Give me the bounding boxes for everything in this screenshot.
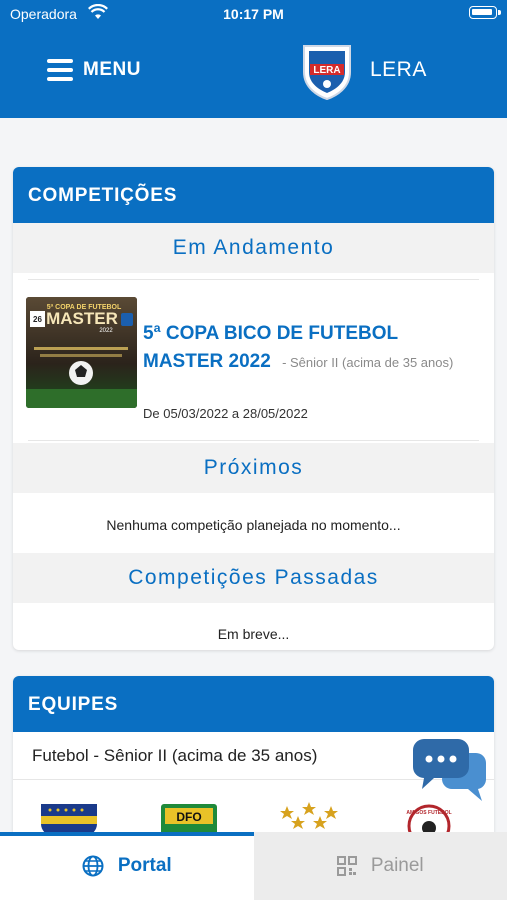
teams-heading: EQUIPES	[13, 676, 494, 732]
logo-text: LERA	[313, 65, 340, 76]
divider	[28, 440, 479, 441]
lera-logo: LERA	[300, 42, 354, 101]
team-badge-label: AMIGOS FUTEBOL	[406, 810, 451, 816]
menu-label: MENU	[83, 59, 141, 80]
competition-category: - Sênior II (acima de 35 anos)	[282, 355, 454, 370]
team-badge-label: DFO	[176, 810, 201, 824]
globe-icon	[82, 855, 104, 877]
competitions-heading: COMPETIÇÕES	[13, 167, 494, 223]
clock: 10:17 PM	[223, 6, 284, 22]
status-bar: Operadora 10:17 PM	[0, 0, 507, 28]
poster-line-3: 2022	[99, 328, 113, 334]
chat-button[interactable]	[412, 737, 488, 803]
competition-title[interactable]: 5ª COPA BICO DE FUTEBOL MASTER 2022 - Sê…	[143, 320, 483, 377]
competition-dates: De 05/03/2022 a 28/05/2022	[143, 406, 308, 421]
tab-portal-label: Portal	[117, 855, 172, 876]
past-title: Competições Passadas	[13, 553, 494, 603]
tab-painel-label: Painel	[370, 855, 424, 876]
tab-portal[interactable]: Portal	[0, 832, 254, 900]
menu-button[interactable]: MENU	[47, 56, 141, 84]
poster-line-2: MASTER	[46, 309, 118, 328]
tab-painel[interactable]: Painel	[253, 832, 507, 900]
competition-poster[interactable]: 5ª COPA DE FUTEBOL MASTER 2022 26	[26, 297, 137, 408]
in-progress-title: Em Andamento	[13, 223, 494, 273]
tab-bar: Portal Painel	[0, 832, 507, 900]
upcoming-empty-message: Nenhuma competição planejada no momento.…	[106, 517, 401, 533]
grid-icon	[336, 856, 357, 876]
brand-name: LERA	[370, 58, 427, 81]
upcoming-title: Próximos	[13, 443, 494, 493]
past-message: Em breve...	[217, 626, 290, 642]
competition-item[interactable]: 5ª COPA DE FUTEBOL MASTER 2022 26 5ª COP…	[13, 273, 494, 443]
hamburger-icon	[47, 59, 73, 81]
divider	[28, 279, 479, 280]
chat-bubbles-icon	[413, 739, 487, 801]
battery-icon	[469, 6, 501, 19]
app-header: Operadora 10:17 PM MENU LERA LERA	[0, 0, 507, 118]
competitions-card: COMPETIÇÕES Em Andamento 5ª COPA DE FUTE…	[13, 167, 494, 650]
poster-line-4: 26	[33, 315, 42, 324]
